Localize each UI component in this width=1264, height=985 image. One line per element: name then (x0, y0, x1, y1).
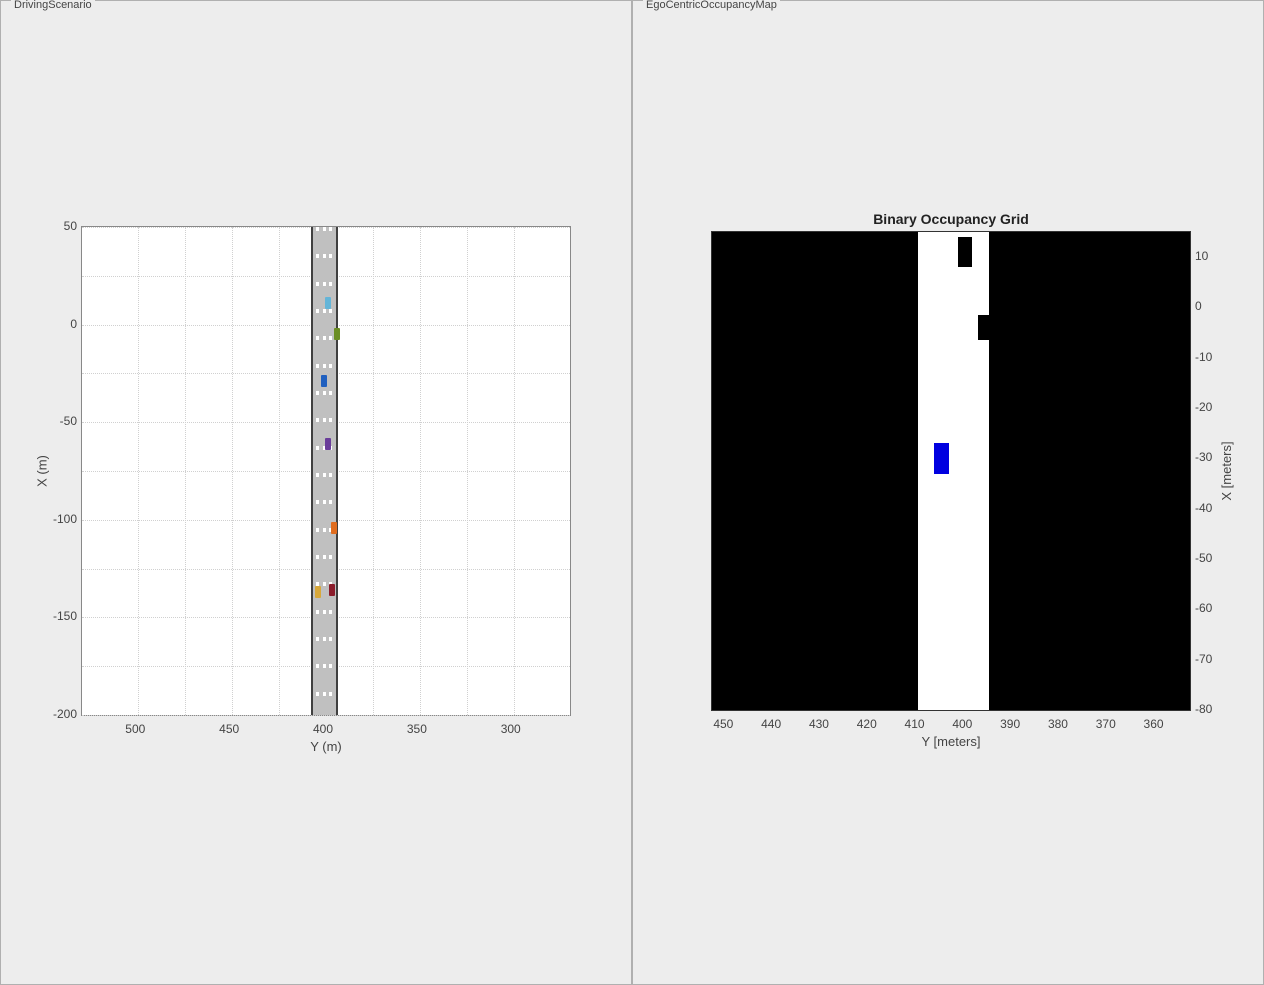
axes-right[interactable] (711, 231, 1191, 711)
app-container: DrivingScenario Y (m) X (m) 500450400350… (0, 0, 1264, 985)
y-axis-label-right: X [meters] (1219, 441, 1234, 500)
x-tick: 410 (905, 717, 925, 731)
x-axis-label-left: Y (m) (310, 739, 342, 754)
plot-title-right: Binary Occupancy Grid (711, 211, 1191, 227)
obstacle-0 (958, 237, 972, 267)
vehicle-veh-blue (321, 375, 327, 387)
vehicle-veh-orange (331, 522, 337, 534)
x-tick: 440 (761, 717, 781, 731)
x-tick: 420 (857, 717, 877, 731)
vehicle-veh-purple (325, 438, 331, 450)
x-tick: 350 (407, 722, 427, 736)
vehicle-veh-cyan (325, 297, 331, 309)
grid-h (82, 715, 570, 716)
x-tick: 450 (219, 722, 239, 736)
y-tick: -30 (1195, 450, 1212, 464)
occupancy-grid-plot[interactable]: Binary Occupancy Grid Y [meters] X [mete… (711, 231, 1191, 711)
vehicle-veh-maroon (329, 584, 335, 596)
x-tick: 300 (501, 722, 521, 736)
y-tick: -100 (47, 512, 77, 526)
y-tick: -50 (47, 414, 77, 428)
x-tick: 450 (713, 717, 733, 731)
free-corridor (918, 232, 990, 710)
y-tick: -50 (1195, 551, 1212, 565)
y-tick: -60 (1195, 601, 1212, 615)
y-tick: 0 (1195, 299, 1202, 313)
y-tick: -150 (47, 609, 77, 623)
x-tick: 360 (1144, 717, 1164, 731)
ego-vehicle (934, 443, 948, 473)
y-tick: 0 (47, 317, 77, 331)
y-tick: 10 (1195, 249, 1208, 263)
panel-title-right: EgoCentricOccupancyMap (643, 0, 780, 11)
y-tick: -80 (1195, 702, 1212, 716)
y-tick: -40 (1195, 501, 1212, 515)
x-tick: 500 (125, 722, 145, 736)
panel-driving-scenario: DrivingScenario Y (m) X (m) 500450400350… (0, 0, 632, 985)
obstacle-1 (978, 315, 990, 340)
y-tick: -200 (47, 707, 77, 721)
vehicle-veh-yellow (315, 586, 321, 598)
panel-title-left: DrivingScenario (11, 0, 95, 11)
y-tick: -10 (1195, 350, 1212, 364)
y-tick: 50 (47, 219, 77, 233)
x-tick: 400 (313, 722, 333, 736)
x-tick: 380 (1048, 717, 1068, 731)
driving-scenario-plot[interactable]: Y (m) X (m) 500450400350300500-50-100-15… (81, 226, 571, 716)
y-tick: -20 (1195, 400, 1212, 414)
x-tick: 370 (1096, 717, 1116, 731)
axes-left[interactable] (81, 226, 571, 716)
y-tick: -70 (1195, 652, 1212, 666)
x-axis-label-right: Y [meters] (921, 734, 980, 749)
panel-ego-occupancy: EgoCentricOccupancyMap Binary Occupancy … (632, 0, 1264, 985)
x-tick: 430 (809, 717, 829, 731)
x-tick: 390 (1000, 717, 1020, 731)
x-tick: 400 (952, 717, 972, 731)
vehicle-veh-green (334, 328, 340, 340)
y-axis-label-left: X (m) (34, 455, 49, 487)
